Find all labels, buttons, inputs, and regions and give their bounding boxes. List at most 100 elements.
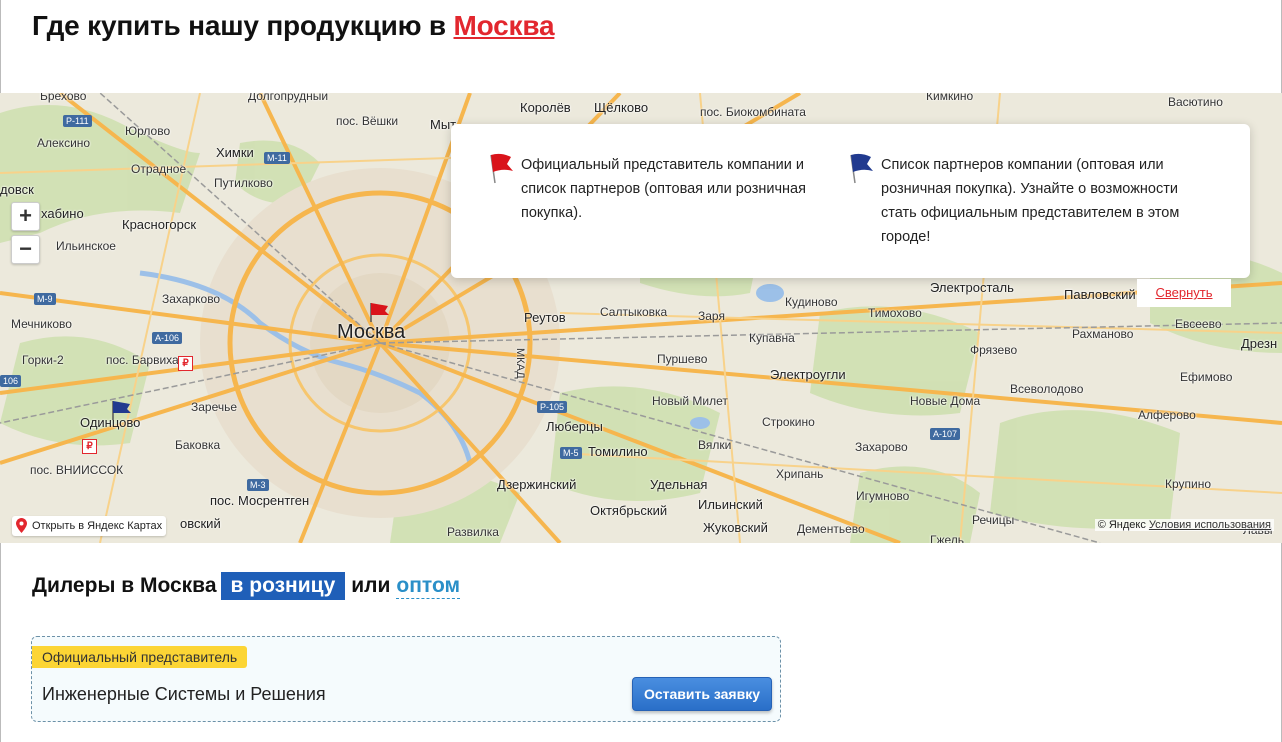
legend-partners-text: Список партнеров компании (оптовая или р… [881, 157, 1180, 245]
road-badge: М-9 [34, 293, 56, 305]
map-label-gzhel: Гжель [930, 533, 965, 543]
city-selector-link[interactable]: Москва [454, 10, 555, 41]
road-badge: М-3 [247, 479, 269, 491]
map-label-oktyabrsky: Октябрьский [590, 503, 668, 518]
map-label-kimkino: Кимкино [926, 93, 974, 103]
map-label-kupavna: Купавна [749, 331, 795, 345]
map-label-tomilino: Томилино [588, 444, 648, 459]
ruble-icon[interactable]: ₽ [82, 439, 97, 454]
leave-request-button[interactable]: Оставить заявку [632, 677, 772, 711]
map-label-reutov: Реутов [524, 310, 566, 325]
zoom-in-button[interactable]: + [11, 202, 40, 231]
road-badge: А-106 [152, 332, 183, 344]
map-label-igumnovo: Игумново [856, 489, 910, 503]
map-label-ilyinskoe: Ильинское [56, 239, 116, 253]
dealers-heading-text: Дилеры в Москва [32, 574, 217, 597]
map-label-evseevo: Евсеево [1175, 317, 1222, 331]
dealer-card: Официальный представитель Инженерные Сис… [31, 636, 781, 722]
ruble-icon[interactable]: ₽ [178, 356, 193, 371]
terms-of-use-link[interactable]: Условия использования [1149, 519, 1271, 531]
map-label-khripan: Хрипань [776, 467, 824, 481]
page-title-prefix: Где купить нашу продукцию в [32, 10, 446, 41]
map-label-nakhabino: хабино [41, 206, 84, 221]
map-label-krupino: Крупино [1165, 477, 1212, 491]
copyright-text: © Яндекс [1097, 519, 1146, 531]
map-label-aleksino: Алексино [37, 136, 91, 150]
dealers-heading: Дилеры в Москва в розницу или оптом [32, 572, 461, 600]
map-label-pavlovsky: Павловский [1064, 287, 1136, 302]
map-label-vyalki: Вялки [698, 438, 732, 452]
map-label-zhukovsky: Жуковский [703, 520, 768, 535]
map-label-brekhovo: Брехово [40, 93, 87, 103]
map-label-ilyinsky: Ильинский [698, 497, 763, 512]
blue-flag-marker-icon[interactable] [110, 399, 134, 421]
map-label-timokhovo: Тимохово [868, 306, 922, 320]
map-legend: Официальный представитель компании и спи… [451, 124, 1250, 278]
map-label-novy-milet: Новый Милет [652, 394, 728, 408]
map-label-zarya: Заря [698, 309, 725, 323]
map-label-biokombinat: пос. Биокомбината [700, 105, 806, 119]
map-label-krasnogorsk: Красногорск [122, 217, 197, 232]
map-label-razvilka: Развилка [447, 525, 499, 539]
map-label-udelnaya: Удельная [650, 477, 708, 492]
map-label-efimovo: Ефимово [1180, 370, 1233, 384]
map-label-fryazevo: Фрязево [970, 343, 1018, 357]
red-flag-icon [490, 153, 513, 184]
map-label-lyubertsy: Люберцы [546, 419, 603, 434]
dealer-name: Инженерные Системы и Решения [42, 684, 326, 704]
map-label-rechitsy: Речицы [972, 513, 1015, 527]
map-label-shchelkovo: Щёлково [594, 100, 649, 115]
tab-wholesale[interactable]: оптом [396, 574, 461, 599]
map-label-yurlovo: Юрлово [125, 124, 171, 138]
map-label-vniissok: пос. ВНИИССОК [30, 463, 124, 477]
map-label-kudinovo: Кудиново [785, 295, 838, 309]
map-label-vasyutino: Васютино [1168, 95, 1223, 109]
map-label-veshki: пос. Вёшки [336, 114, 399, 128]
blue-flag-icon [850, 153, 873, 184]
dealers-or-text: или [351, 574, 391, 597]
road-badge: М-11 [264, 152, 290, 164]
official-representative-badge: Официальный представитель [32, 646, 248, 668]
map-label-elektrougli: Электроугли [770, 367, 846, 382]
map-label-strokino: Строкино [762, 415, 815, 429]
tab-retail[interactable]: в розницу [220, 572, 346, 600]
road-badge: Р-111 [63, 115, 92, 127]
map-label-moscow: Москва [337, 321, 406, 343]
map-label-korolev: Королёв [520, 100, 571, 115]
map-label-rakhmanovo: Рахманово [1072, 327, 1134, 341]
road-badge: М-5 [560, 447, 582, 459]
road-badge: Р-105 [537, 401, 568, 413]
map-label-gorki2: Горки-2 [22, 353, 64, 367]
map-label-alferovo: Алферово [1138, 408, 1196, 422]
map-label-dementyevo: Дементьево [797, 522, 865, 536]
map-label-purshevo: Пуршево [657, 352, 708, 366]
map-label-zakharovo: Захарово [855, 440, 908, 454]
map-label-barvikha: пос. Барвиха [106, 353, 179, 367]
map-label-dolgoprudny: Долгопрудный [248, 93, 329, 103]
map-label-novye-doma: Новые Дома [910, 394, 981, 408]
collapse-legend-button[interactable]: Свернуть [1137, 279, 1231, 307]
map-label-putilkovo: Путилково [214, 176, 273, 190]
map-label-skhodnya: овский [180, 516, 221, 531]
map-label-otradnoe: Отрадное [131, 162, 187, 176]
map-label-dreznya: Дрезн [1241, 336, 1278, 351]
red-flag-marker-icon[interactable] [368, 301, 392, 323]
legend-official-text: Официальный представитель компании и спи… [521, 157, 806, 221]
map-label-saltykovka: Салтыковка [600, 305, 668, 319]
road-badge: А-107 [930, 428, 961, 440]
map-label-zakharkovo: Захарково [162, 292, 221, 306]
zoom-out-button[interactable]: − [11, 235, 40, 264]
map-label-elektrostal: Электросталь [930, 280, 1014, 295]
map-label-mkad: МКАД [514, 348, 526, 379]
map-label-mosrentgen: пос. Мосрентген [210, 493, 310, 508]
map-copyright: © Яндекс Условия использования [1094, 519, 1274, 531]
map-label-khimki: Химки [216, 145, 254, 160]
road-badge: 106 [0, 375, 22, 387]
map-label-vsevolodovo: Всеволодово [1010, 382, 1084, 396]
open-in-yandex-maps-link[interactable]: Открыть в Яндекс Картах [12, 516, 167, 536]
map-label-nakhabino-west: довск [0, 182, 34, 197]
map-label-dzerzhinsky: Дзержинский [497, 477, 577, 492]
open-in-yandex-maps-label: Открыть в Яндекс Картах [32, 520, 163, 532]
page-title: Где купить нашу продукцию в Москва [32, 10, 555, 42]
map-label-mechnikovo: Мечниково [11, 317, 72, 331]
